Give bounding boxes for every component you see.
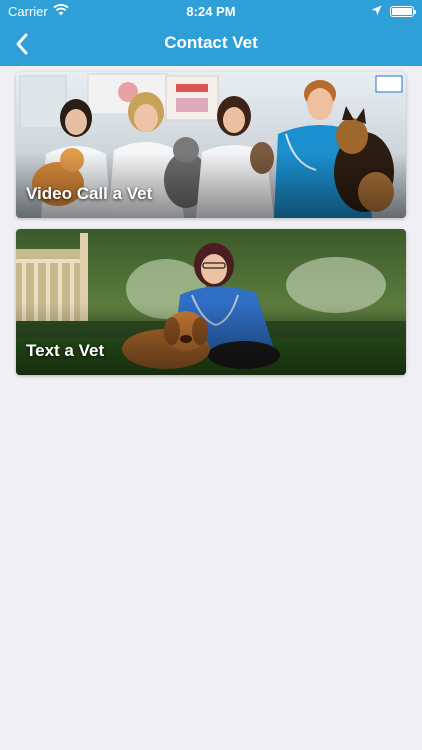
navigation-bar: Contact Vet (0, 22, 422, 66)
text-vet-label: Text a Vet (26, 341, 105, 360)
text-vet-card[interactable]: Text a Vet (16, 229, 406, 375)
page-title: Contact Vet (164, 33, 258, 52)
status-time: 8:24 PM (186, 4, 236, 19)
app-header: Carrier 8:24 PM Contact Vet (0, 0, 422, 66)
battery-icon (390, 6, 416, 17)
video-call-vet-card[interactable]: Video Call a Vet (16, 72, 406, 218)
video-call-vet-label: Video Call a Vet (26, 184, 153, 203)
status-bar: Carrier 8:24 PM (0, 0, 422, 22)
status-right (371, 4, 416, 19)
location-arrow-icon (371, 4, 382, 19)
